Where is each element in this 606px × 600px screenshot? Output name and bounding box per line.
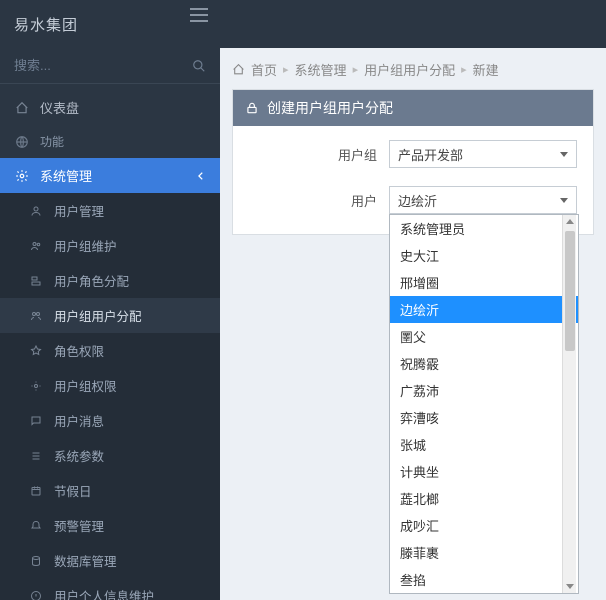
- menu-item-icon: [28, 553, 44, 569]
- dropdown-option[interactable]: 边绘沂: [390, 296, 578, 323]
- home-icon[interactable]: [232, 63, 245, 76]
- caret-down-icon: [560, 198, 568, 203]
- search-input[interactable]: [14, 58, 154, 73]
- panel-header: 创建用户组用户分配: [233, 90, 593, 126]
- dropdown-scrollbar[interactable]: [562, 215, 576, 593]
- caret-down-icon: [560, 152, 568, 157]
- dropdown-option[interactable]: 计典坐: [390, 458, 578, 485]
- dropdown-option[interactable]: 滕菲裹: [390, 539, 578, 566]
- sidebar-sub-item[interactable]: 用户管理: [0, 193, 220, 228]
- sidebar-item-label: 仪表盘: [40, 98, 79, 117]
- topbar: 易水集团: [0, 0, 606, 48]
- breadcrumb-sep: ▸: [353, 63, 359, 76]
- sidebar-sub-item[interactable]: 系统参数: [0, 438, 220, 473]
- group-select[interactable]: 产品开发部: [389, 140, 577, 168]
- breadcrumb-item[interactable]: 系统管理: [295, 60, 347, 79]
- scroll-up-icon[interactable]: [566, 219, 574, 224]
- sidebar-submenu-sysmgmt: 用户管理用户组维护用户角色分配用户组用户分配角色权限用户组权限用户消息系统参数节…: [0, 193, 220, 600]
- scroll-down-icon[interactable]: [566, 584, 574, 589]
- dashboard-icon: [14, 100, 30, 116]
- sidebar-sub-item-label: 用户组用户分配: [54, 306, 142, 325]
- sidebar-sub-item[interactable]: 用户组维护: [0, 228, 220, 263]
- sidebar-sub-item[interactable]: 用户组权限: [0, 368, 220, 403]
- sidebar-sub-item[interactable]: 角色权限: [0, 333, 220, 368]
- globe-icon: [14, 134, 30, 150]
- sidebar-sub-item-label: 数据库管理: [54, 551, 117, 570]
- menu-item-icon: [28, 238, 44, 254]
- menu-item-icon: [28, 308, 44, 324]
- dropdown-option[interactable]: 袭恳羮: [390, 593, 578, 594]
- sidebar-sub-item-label: 用户组维护: [54, 236, 117, 255]
- dropdown-option[interactable]: 蕋北榔: [390, 485, 578, 512]
- scroll-thumb[interactable]: [565, 231, 575, 351]
- sidebar-sub-item[interactable]: 节假日: [0, 473, 220, 508]
- dropdown-option[interactable]: 系统管理员: [390, 215, 578, 242]
- dropdown-option[interactable]: 叁掐: [390, 566, 578, 593]
- form-label-group: 用户组: [249, 145, 389, 164]
- sidebar-sub-item-label: 用户组权限: [54, 376, 117, 395]
- cogs-icon: [14, 168, 30, 184]
- sidebar-sub-item-label: 预警管理: [54, 516, 104, 535]
- sidebar-sub-item[interactable]: 预警管理: [0, 508, 220, 543]
- menu-item-icon: [28, 203, 44, 219]
- form-row-group: 用户组 产品开发部: [249, 140, 577, 168]
- sidebar-sub-item-label: 用户消息: [54, 411, 104, 430]
- user-select-value: 边绘沂: [398, 191, 437, 210]
- menu-item-icon: [28, 588, 44, 600]
- sidebar-sub-item-label: 节假日: [54, 481, 92, 500]
- form-row-user: 用户 边绘沂 系统管理员史大江邢增圈边绘沂圛父祝腾霰广荔沛弈漕咳张城计典坐蕋北榔…: [249, 186, 577, 214]
- user-dropdown[interactable]: 系统管理员史大江邢增圈边绘沂圛父祝腾霰广荔沛弈漕咳张城计典坐蕋北榔成吵汇滕菲裹叁…: [389, 214, 579, 594]
- dropdown-option[interactable]: 史大江: [390, 242, 578, 269]
- dropdown-option[interactable]: 邢增圈: [390, 269, 578, 296]
- breadcrumb-sep: ▸: [283, 63, 289, 76]
- breadcrumb: 首页 ▸ 系统管理 ▸ 用户组用户分配 ▸ 新建: [232, 60, 594, 79]
- form-panel: 创建用户组用户分配 用户组 产品开发部 用户 边绘沂: [232, 89, 594, 235]
- dropdown-option[interactable]: 祝腾霰: [390, 350, 578, 377]
- search-icon[interactable]: [192, 59, 206, 73]
- sidebar-toggle-icon[interactable]: [190, 14, 208, 16]
- menu-item-icon: [28, 273, 44, 289]
- sidebar: 仪表盘 功能 系统管理 用户管理用户组维护用户角色分配用户组用户分配角色权限用户…: [0, 48, 220, 600]
- sidebar-sub-item-label: 用户个人信息维护: [54, 586, 154, 600]
- chevron-left-icon: [196, 171, 206, 181]
- brand-title: 易水集团: [14, 14, 78, 35]
- sidebar-sub-item-label: 用户管理: [54, 201, 104, 220]
- menu-item-icon: [28, 448, 44, 464]
- dropdown-option[interactable]: 成吵汇: [390, 512, 578, 539]
- menu-item-icon: [28, 518, 44, 534]
- breadcrumb-item[interactable]: 用户组用户分配: [364, 60, 455, 79]
- menu-item-icon: [28, 413, 44, 429]
- sidebar-sub-item[interactable]: 用户角色分配: [0, 263, 220, 298]
- sidebar-item-dashboard[interactable]: 仪表盘: [0, 90, 220, 125]
- form-label-user: 用户: [249, 191, 389, 210]
- panel-title: 创建用户组用户分配: [267, 98, 393, 118]
- sidebar-sub-item[interactable]: 用户消息: [0, 403, 220, 438]
- menu-item-icon: [28, 483, 44, 499]
- main-content: 首页 ▸ 系统管理 ▸ 用户组用户分配 ▸ 新建 创建用户组用户分配 用户组 产…: [220, 48, 606, 600]
- sidebar-item-label: 系统管理: [40, 166, 92, 185]
- sidebar-search: [0, 48, 220, 84]
- sidebar-sub-item[interactable]: 用户组用户分配: [0, 298, 220, 333]
- sidebar-section-label: 功能: [40, 133, 64, 150]
- sidebar-sub-item-label: 用户角色分配: [54, 271, 129, 290]
- dropdown-option[interactable]: 广荔沛: [390, 377, 578, 404]
- menu-item-icon: [28, 343, 44, 359]
- group-select-value: 产品开发部: [398, 145, 463, 164]
- sidebar-sub-item-label: 系统参数: [54, 446, 104, 465]
- sidebar-section-features: 功能: [0, 125, 220, 158]
- dropdown-option[interactable]: 张城: [390, 431, 578, 458]
- sidebar-sub-item[interactable]: 用户个人信息维护: [0, 578, 220, 600]
- sidebar-sub-item-label: 角色权限: [54, 341, 104, 360]
- breadcrumb-item[interactable]: 首页: [251, 60, 277, 79]
- sidebar-item-sysmgmt[interactable]: 系统管理: [0, 158, 220, 193]
- breadcrumb-sep: ▸: [461, 63, 467, 76]
- lock-icon: [245, 101, 259, 115]
- sidebar-sub-item[interactable]: 数据库管理: [0, 543, 220, 578]
- user-select[interactable]: 边绘沂: [389, 186, 577, 214]
- dropdown-option[interactable]: 弈漕咳: [390, 404, 578, 431]
- breadcrumb-item: 新建: [473, 60, 499, 79]
- menu-item-icon: [28, 378, 44, 394]
- dropdown-option[interactable]: 圛父: [390, 323, 578, 350]
